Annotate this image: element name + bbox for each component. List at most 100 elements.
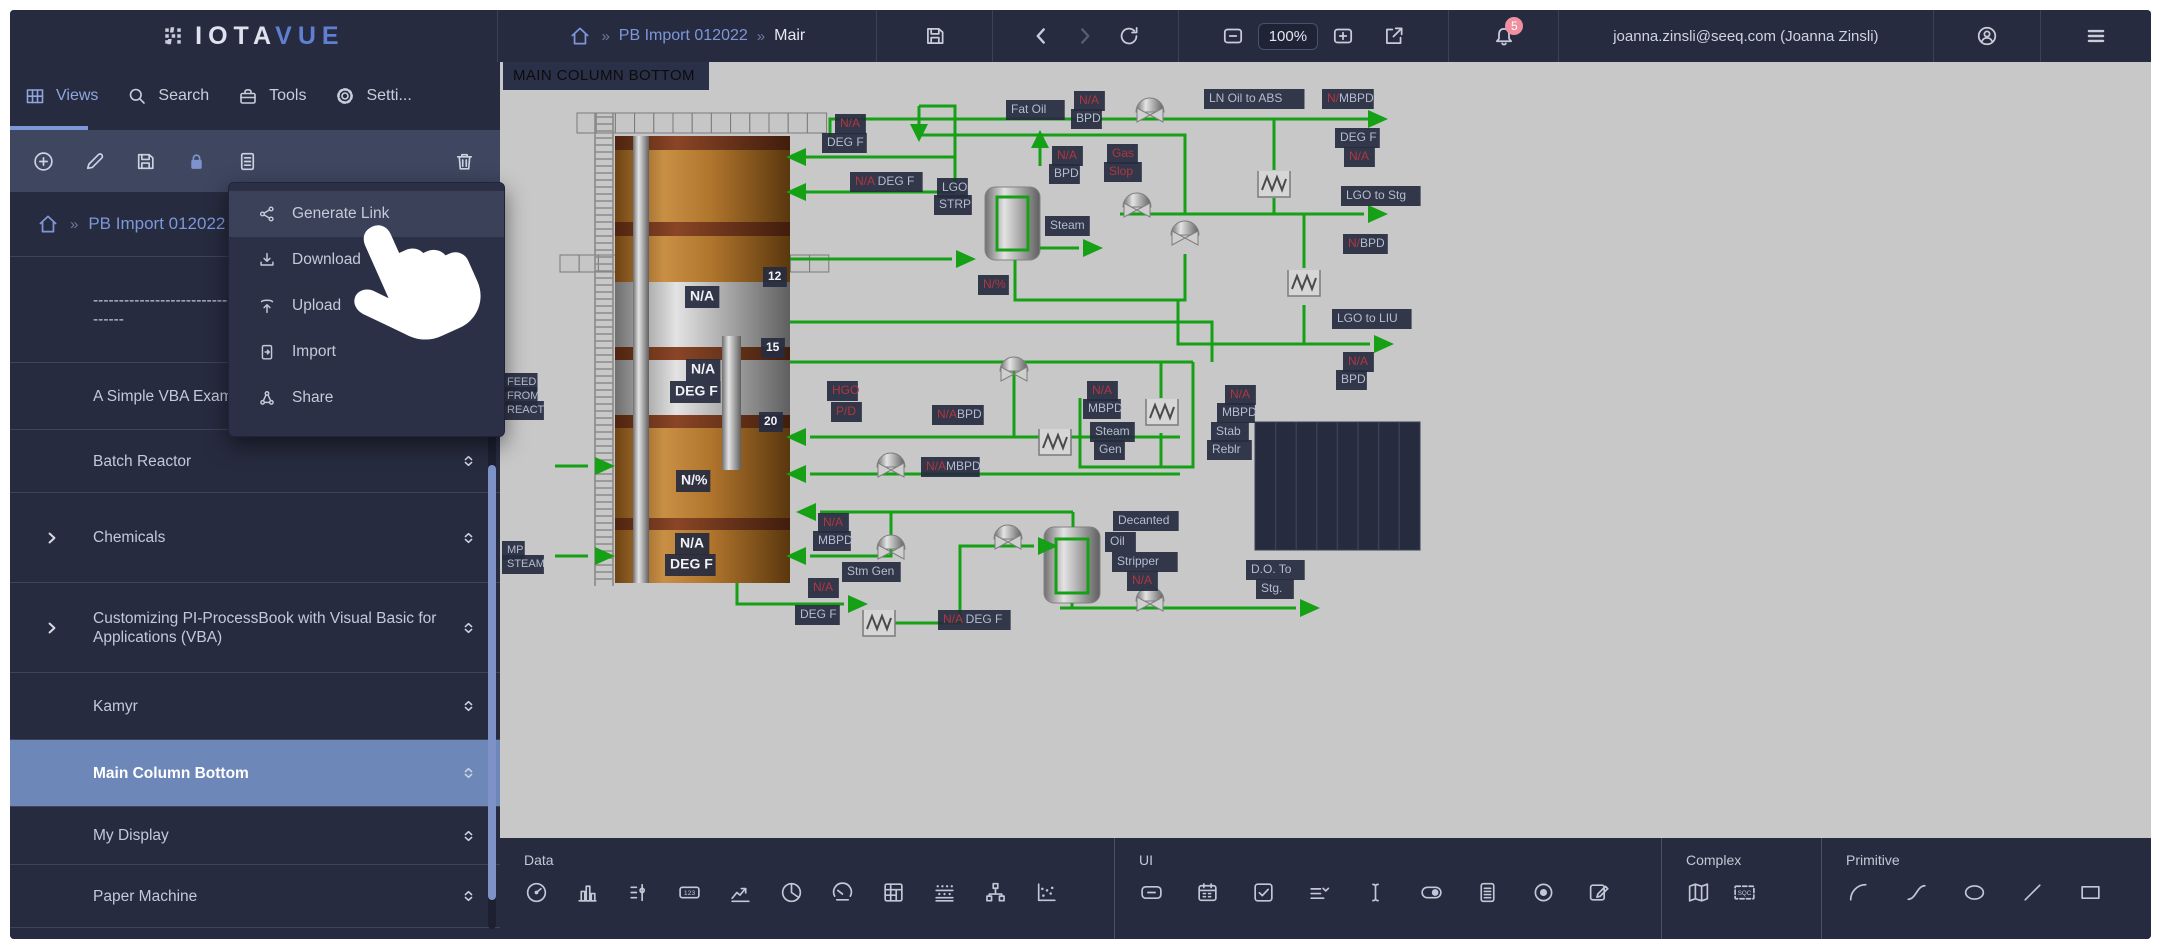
list-item[interactable]: My Display <box>10 807 500 865</box>
chevron-sort-icon[interactable] <box>460 526 477 550</box>
svg-text:BPD: BPD <box>1076 111 1101 125</box>
menu-item-generate-link[interactable]: Generate Link <box>229 191 504 237</box>
chevron-sort-icon[interactable] <box>460 694 477 718</box>
add-circle-icon[interactable] <box>32 150 55 173</box>
list-item[interactable]: Main Column Bottom <box>10 740 500 807</box>
trash-icon[interactable] <box>453 150 476 173</box>
expand-right-icon[interactable] <box>43 619 61 637</box>
chevron-sort-icon[interactable] <box>460 449 477 473</box>
save-icon[interactable] <box>923 24 947 48</box>
bar-chart-icon[interactable] <box>575 880 600 905</box>
slider-levels-icon[interactable] <box>626 880 651 905</box>
palette-section-data: Data123 <box>500 838 1115 939</box>
home-icon[interactable] <box>568 24 592 48</box>
menu-item-share[interactable]: Share <box>229 375 504 421</box>
svg-text:SQC: SQC <box>1738 890 1752 897</box>
chevron-sort-icon[interactable] <box>460 616 477 640</box>
data-table-icon[interactable] <box>881 880 906 905</box>
palette-section-label: UI <box>1139 852 1661 868</box>
tab-views[interactable]: Views <box>10 62 112 130</box>
svg-text:Steam: Steam <box>1050 218 1085 232</box>
tab-setti[interactable]: Setti... <box>320 62 425 130</box>
breadcrumb-separator: » <box>601 28 609 45</box>
refresh-button[interactable] <box>1117 24 1141 48</box>
list-item[interactable]: Chemicals <box>10 493 500 583</box>
svg-text:N/A: N/A <box>690 287 714 303</box>
list-item[interactable]: Kamyr <box>10 673 500 740</box>
map-icon[interactable] <box>1686 880 1711 905</box>
edit-pencil-icon[interactable] <box>83 150 106 173</box>
text-input-icon[interactable] <box>1363 880 1388 905</box>
zoom-in-button[interactable] <box>1331 24 1355 48</box>
brand-name: IOTAVUE <box>195 22 344 51</box>
svg-text:15: 15 <box>766 340 780 354</box>
svg-text:Stm Gen: Stm Gen <box>847 564 894 578</box>
hamburger-menu-icon[interactable] <box>2084 24 2108 48</box>
speedometer-icon[interactable] <box>830 880 855 905</box>
datepicker-icon[interactable] <box>1195 880 1220 905</box>
list-item-label: Customizing PI-ProcessBook with Visual B… <box>93 609 440 647</box>
breadcrumb-item-project[interactable]: PB Import 012022 <box>619 27 748 45</box>
zoom-out-button[interactable] <box>1221 24 1245 48</box>
pie-chart-icon[interactable] <box>779 880 804 905</box>
scrollbar-thumb[interactable] <box>488 465 496 900</box>
sqc-icon[interactable]: SQC <box>1732 880 1757 905</box>
edit-box-icon[interactable] <box>1587 880 1612 905</box>
gauge-icon[interactable] <box>524 880 549 905</box>
menu-item-upload[interactable]: Upload <box>229 283 504 329</box>
chevron-sort-icon[interactable] <box>460 761 477 785</box>
home-icon[interactable] <box>36 212 60 236</box>
curve-icon[interactable] <box>1904 880 1929 905</box>
checkbox-icon[interactable] <box>1251 880 1276 905</box>
line-icon[interactable] <box>2020 880 2045 905</box>
svg-text:Gen: Gen <box>1099 442 1122 456</box>
toggle-icon[interactable] <box>1419 880 1444 905</box>
menu-item-download[interactable]: Download <box>229 237 504 283</box>
tab-tools[interactable]: Tools <box>223 62 320 130</box>
forward-button[interactable] <box>1073 24 1097 48</box>
ellipse-icon[interactable] <box>1962 880 1987 905</box>
trend-chart-icon[interactable] <box>728 880 753 905</box>
svg-text:FEED: FEED <box>507 376 536 388</box>
svg-text:123: 123 <box>684 890 696 897</box>
save-icon[interactable] <box>134 150 157 173</box>
list-item[interactable]: Customizing PI-ProcessBook with Visual B… <box>10 583 500 673</box>
account-icon[interactable] <box>1975 24 1999 48</box>
display-canvas[interactable]: N/ADEG FN/A DEG FLGOSTRPFat OilN/ABPDN/A… <box>500 62 2151 838</box>
dropdown-icon[interactable] <box>1307 880 1332 905</box>
chevron-sort-icon[interactable] <box>460 824 477 848</box>
list-item-label: Main Column Bottom <box>93 764 440 783</box>
list-item[interactable]: Paper Machine <box>10 865 500 928</box>
tab-search[interactable]: Search <box>112 62 223 130</box>
radio-icon[interactable] <box>1531 880 1556 905</box>
menu-item-import[interactable]: Import <box>229 329 504 375</box>
svg-text:Stripper: Stripper <box>1117 554 1159 568</box>
svg-text:MBPD: MBPD <box>1088 401 1123 415</box>
scatter-plot-icon[interactable] <box>1034 880 1059 905</box>
svg-text:LGO to LIU: LGO to LIU <box>1337 311 1398 325</box>
top-bar: IOTAVUE » PB Import 012022 » Mair 100% 5… <box>10 10 2151 63</box>
svg-text:N/A: N/A <box>823 515 843 529</box>
svg-text:N/%: N/% <box>983 277 1006 291</box>
list-item[interactable]: Batch Reactor <box>10 430 500 493</box>
upload-icon <box>257 296 277 316</box>
back-button[interactable] <box>1029 24 1053 48</box>
button-icon[interactable] <box>1139 880 1164 905</box>
lock-icon[interactable] <box>185 150 208 173</box>
heatmap-icon[interactable] <box>932 880 957 905</box>
expand-right-icon[interactable] <box>43 529 61 547</box>
listbox-icon[interactable] <box>1475 880 1500 905</box>
sidebar-breadcrumb-label[interactable]: PB Import 012022 <box>88 214 225 234</box>
chevron-sort-icon[interactable] <box>460 884 477 908</box>
list-item-label: Paper Machine <box>93 887 440 906</box>
svg-text:N/A: N/A <box>680 534 704 550</box>
hierarchy-icon[interactable] <box>983 880 1008 905</box>
rectangle-icon[interactable] <box>2078 880 2103 905</box>
arc-icon[interactable] <box>1846 880 1871 905</box>
svg-text:HGO: HGO <box>832 383 859 397</box>
open-external-button[interactable] <box>1382 24 1406 48</box>
svg-text:Fat Oil: Fat Oil <box>1011 102 1046 116</box>
main-menu-section <box>2041 10 2151 62</box>
numeric-display-icon[interactable]: 123 <box>677 880 702 905</box>
list-menu-icon[interactable] <box>236 150 259 173</box>
